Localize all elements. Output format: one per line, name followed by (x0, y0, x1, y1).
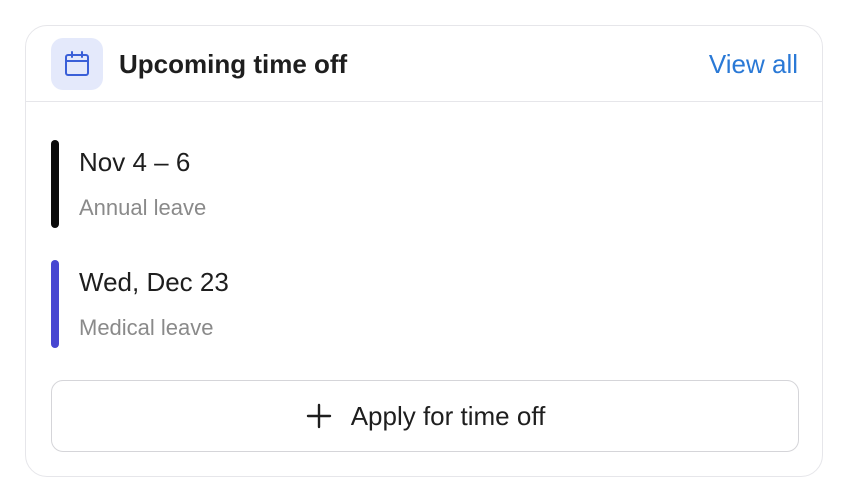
leave-item-annual[interactable]: Nov 4 – 6 Annual leave (51, 140, 751, 228)
leave-color-bar (51, 260, 59, 348)
card-header: Upcoming time off View all (26, 26, 822, 102)
card-title: Upcoming time off (119, 49, 348, 79)
leave-item-medical[interactable]: Wed, Dec 23 Medical leave (51, 260, 751, 348)
apply-time-off-button[interactable]: Apply for time off (51, 380, 799, 452)
leave-type: Medical leave (79, 315, 214, 340)
leave-date: Nov 4 – 6 (79, 147, 191, 177)
view-all-link[interactable]: View all (709, 48, 798, 80)
calendar-icon (51, 38, 103, 90)
time-off-card: Upcoming time off View all Nov 4 – 6 Ann… (25, 25, 823, 477)
apply-button-label: Apply for time off (350, 401, 546, 431)
leave-color-bar (51, 140, 59, 228)
plus-icon (305, 402, 333, 430)
leave-date: Wed, Dec 23 (79, 267, 229, 297)
leave-type: Annual leave (79, 195, 207, 220)
